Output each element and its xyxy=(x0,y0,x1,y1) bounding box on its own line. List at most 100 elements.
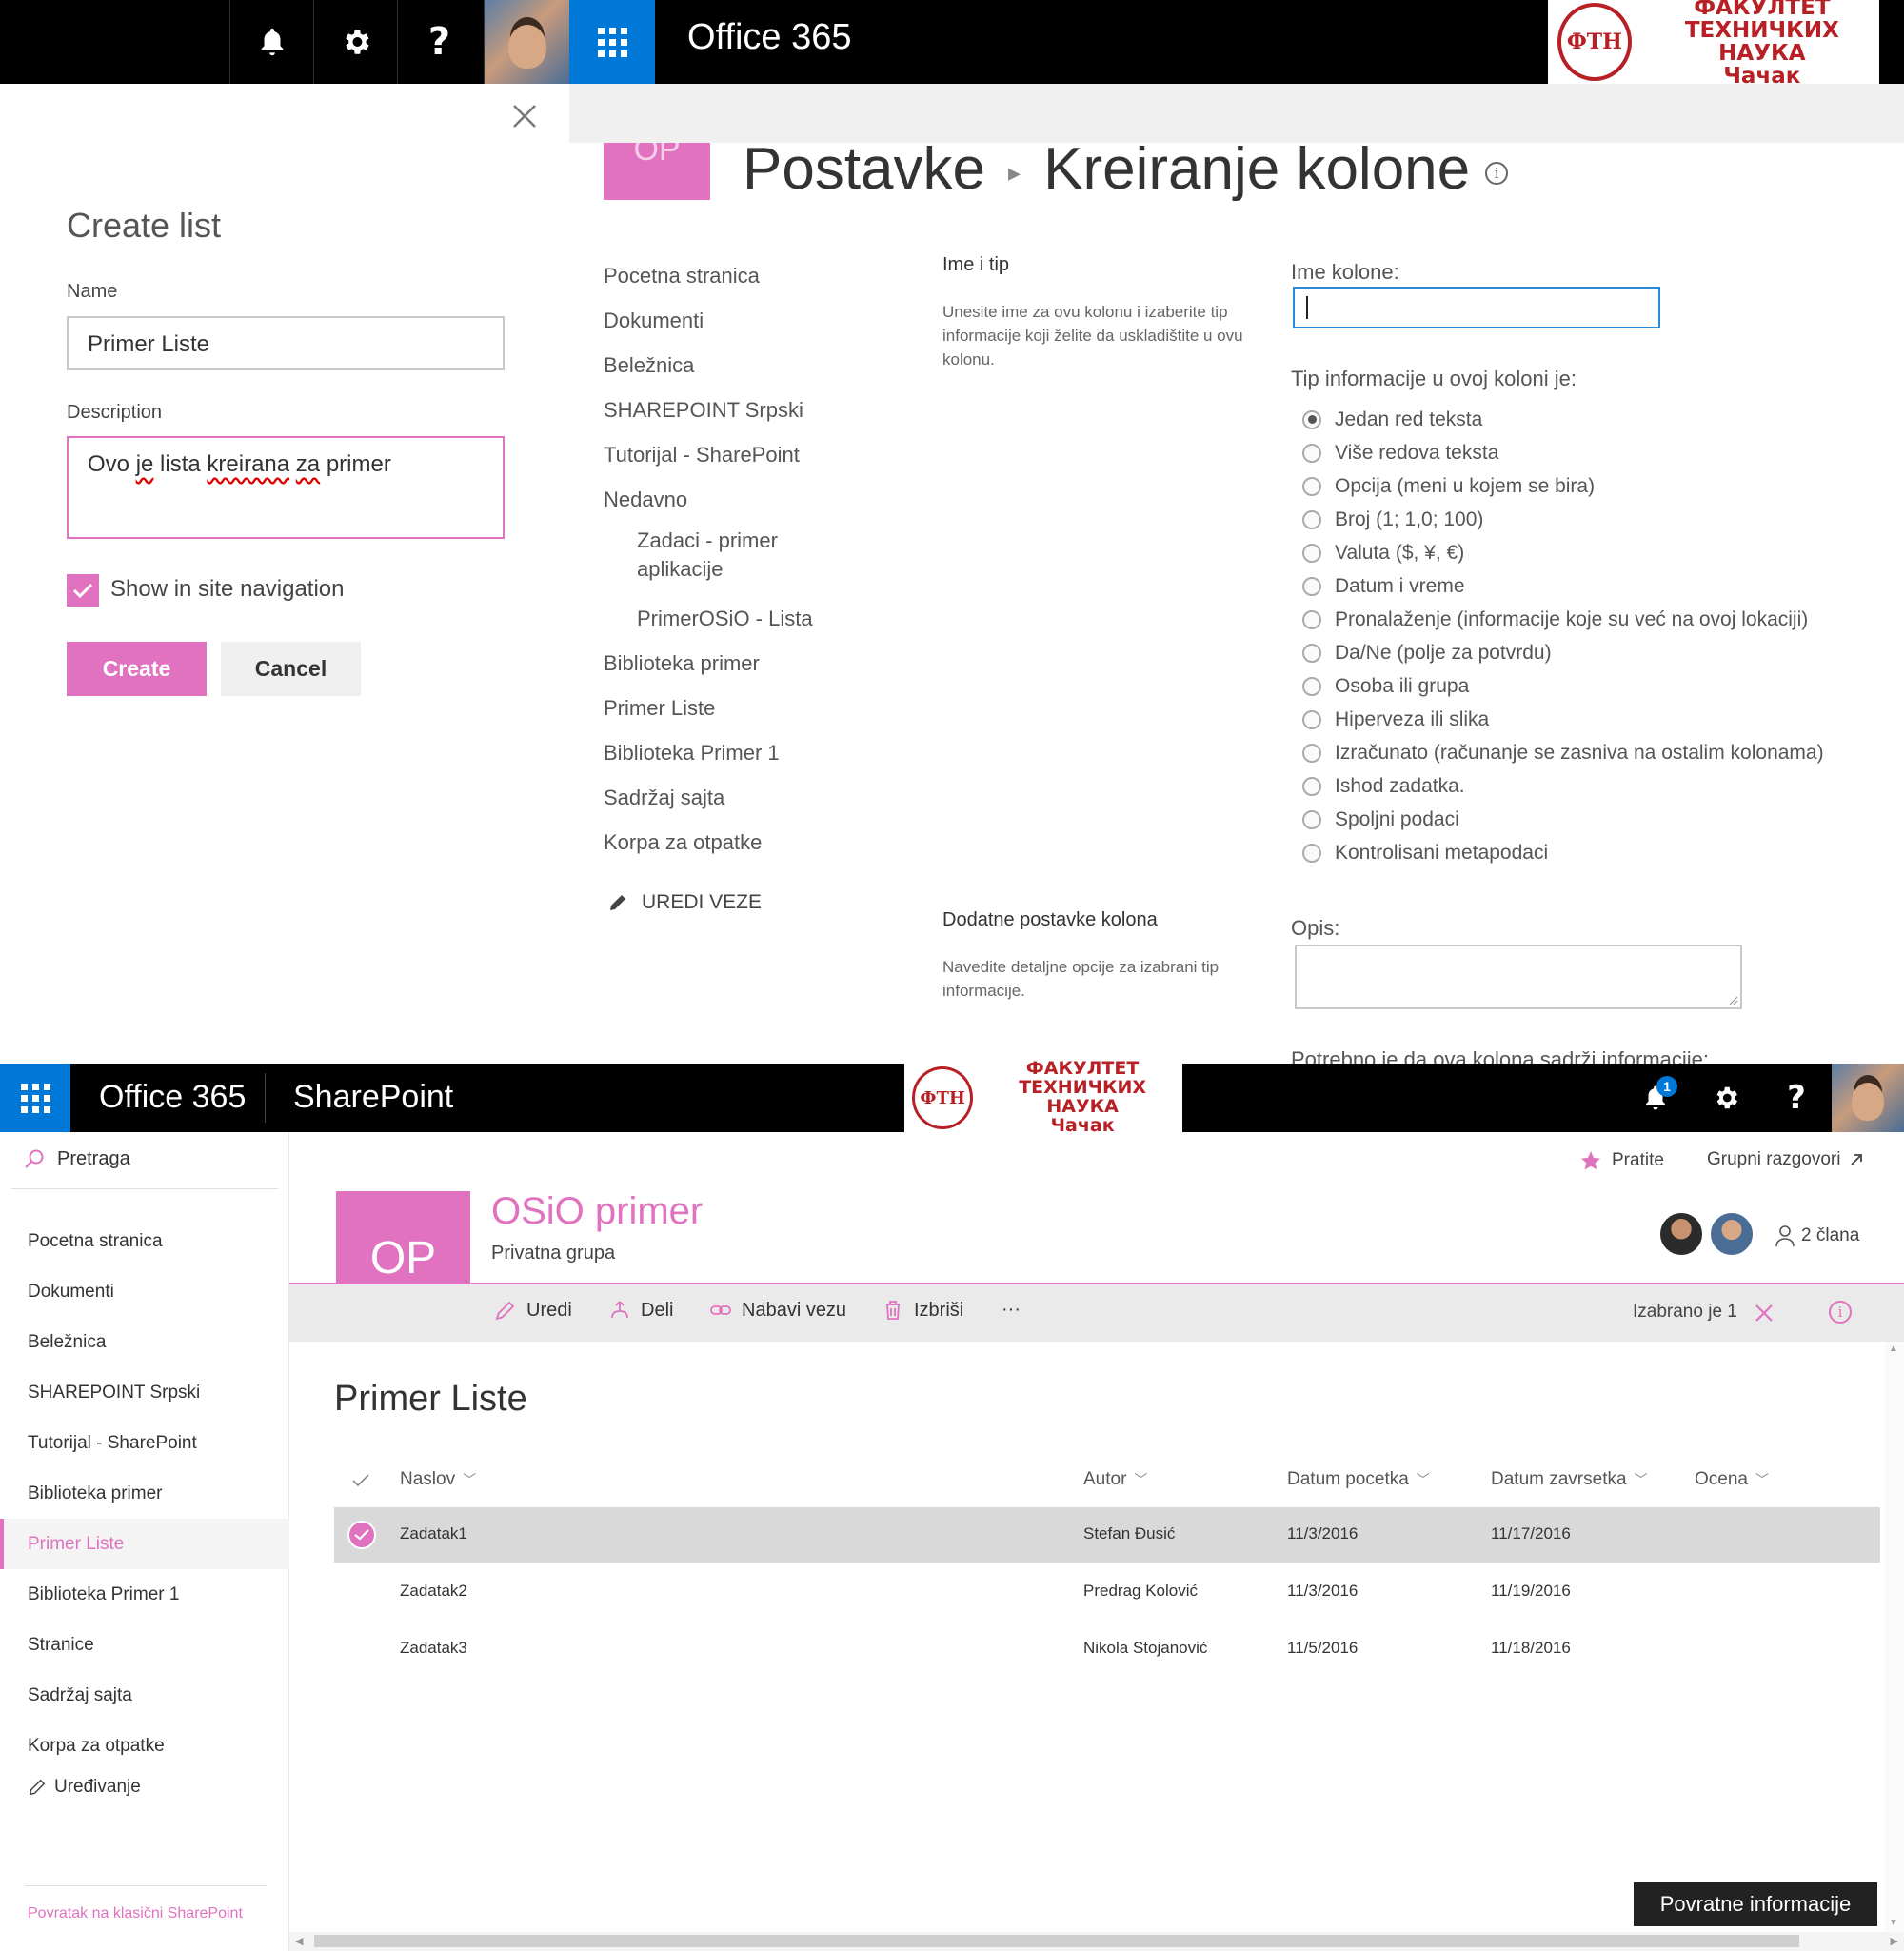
column-header-end-date[interactable]: Datum zavrsetka ﹀ xyxy=(1491,1469,1648,1490)
table-row[interactable]: Zadatak1 Stefan Đusić 11/3/2016 11/17/20… xyxy=(334,1507,1880,1563)
type-option[interactable]: Pronalaženje (informacije koje su već na… xyxy=(1302,603,1824,636)
type-option[interactable]: Spoljni podaci xyxy=(1302,803,1824,836)
nav-item-library-1[interactable]: Biblioteka Primer 1 xyxy=(604,730,908,775)
side-nav-tutorial[interactable]: Tutorijal - SharePoint xyxy=(0,1418,289,1468)
radio-button[interactable] xyxy=(1302,676,1321,696)
radio-button[interactable] xyxy=(1302,776,1321,796)
radio-button[interactable] xyxy=(1302,843,1321,863)
row-selected-check-icon[interactable] xyxy=(347,1521,376,1549)
app-launcher-button[interactable] xyxy=(0,1064,70,1132)
table-row[interactable]: Zadatak3 Nikola Stojanović 11/5/2016 11/… xyxy=(334,1622,1880,1677)
cell-author[interactable]: Nikola Stojanović xyxy=(1083,1639,1207,1658)
cell-title[interactable]: Zadatak2 xyxy=(400,1582,467,1601)
side-nav-home[interactable]: Pocetna stranica xyxy=(0,1216,289,1266)
cell-title[interactable]: Zadatak1 xyxy=(400,1524,467,1543)
help-button[interactable]: ? xyxy=(1761,1064,1832,1132)
type-option[interactable]: Valuta ($, ¥, €) xyxy=(1302,536,1824,569)
create-button[interactable]: Create xyxy=(67,642,207,696)
nav-recent-primerosio[interactable]: PrimerOSiO - Lista xyxy=(604,596,908,641)
side-nav-primer-liste[interactable]: Primer Liste xyxy=(0,1519,289,1569)
nav-item-sharepoint-srpski[interactable]: SHAREPOINT Srpski xyxy=(604,388,908,432)
type-option[interactable]: Da/Ne (polje za potvrdu) xyxy=(1302,636,1824,669)
nav-item-site-contents[interactable]: Sadržaj sajta xyxy=(604,775,908,820)
side-nav-library-sample[interactable]: Biblioteka primer xyxy=(0,1468,289,1519)
type-option[interactable]: Osoba ili grupa xyxy=(1302,669,1824,703)
office-365-title[interactable]: Office 365 xyxy=(99,1079,246,1116)
type-option[interactable]: Datum i vreme xyxy=(1302,569,1824,603)
info-icon[interactable]: i xyxy=(1485,161,1509,185)
radio-button[interactable] xyxy=(1302,443,1321,463)
type-option[interactable]: Ishod zadatka. xyxy=(1302,769,1824,803)
group-conversations-link[interactable]: Grupni razgovori xyxy=(1707,1149,1865,1170)
nav-item-notebook[interactable]: Beležnica xyxy=(604,343,908,388)
column-name-input[interactable] xyxy=(1293,287,1660,328)
name-field[interactable]: Primer Liste xyxy=(67,316,505,370)
radio-button[interactable] xyxy=(1302,643,1321,663)
column-header-title[interactable]: Naslov ﹀ xyxy=(400,1469,476,1490)
nav-item-tutorial[interactable]: Tutorijal - SharePoint xyxy=(604,432,908,477)
radio-button[interactable] xyxy=(1302,809,1321,829)
close-panel-button[interactable] xyxy=(507,100,542,134)
type-option[interactable]: Jedan red teksta xyxy=(1302,403,1824,436)
group-name[interactable]: OSiO primer xyxy=(491,1190,703,1233)
nav-item-recycle-bin[interactable]: Korpa za otpatke xyxy=(604,820,908,865)
member-avatar[interactable] xyxy=(1709,1211,1755,1257)
more-commands-button[interactable]: ··· xyxy=(1002,1299,1021,1321)
get-link-command[interactable]: Nabavi vezu xyxy=(709,1299,846,1322)
column-description-field[interactable] xyxy=(1295,945,1742,1009)
edit-command[interactable]: Uredi xyxy=(494,1299,572,1322)
settings-button[interactable] xyxy=(313,0,397,84)
type-option[interactable]: Više redova teksta xyxy=(1302,436,1824,469)
scroll-down-arrow-icon[interactable]: ▼ xyxy=(1889,1918,1898,1928)
breadcrumb-settings-link[interactable]: Postavke xyxy=(743,136,985,202)
return-to-classic-link[interactable]: Povratak na klasični SharePoint xyxy=(28,1905,243,1922)
radio-button[interactable] xyxy=(1302,609,1321,629)
side-nav-sharepoint-srpski[interactable]: SHAREPOINT Srpski xyxy=(0,1367,289,1418)
info-pane-button[interactable]: i xyxy=(1829,1301,1852,1324)
type-option[interactable]: Izračunato (računanje se zasniva na osta… xyxy=(1302,736,1824,769)
cancel-button[interactable]: Cancel xyxy=(221,642,361,696)
nav-recent-tasks[interactable]: Zadaci - primer aplikacije xyxy=(604,522,794,596)
radio-button[interactable] xyxy=(1302,709,1321,729)
side-nav-library-1[interactable]: Biblioteka Primer 1 xyxy=(0,1569,289,1620)
user-avatar[interactable] xyxy=(484,0,569,84)
nav-item-home[interactable]: Pocetna stranica xyxy=(604,253,908,298)
radio-button[interactable] xyxy=(1302,743,1321,763)
resize-handle-icon[interactable] xyxy=(1727,994,1738,1005)
type-option[interactable]: Kontrolisani metapodaci xyxy=(1302,836,1824,869)
member-avatar[interactable] xyxy=(1658,1211,1704,1257)
side-nav-documents[interactable]: Dokumenti xyxy=(0,1266,289,1317)
side-nav-notebook[interactable]: Beležnica xyxy=(0,1317,289,1367)
cell-title[interactable]: Zadatak3 xyxy=(400,1639,467,1658)
radio-button[interactable] xyxy=(1302,543,1321,563)
follow-button[interactable]: Pratite xyxy=(1579,1149,1664,1172)
cell-author[interactable]: Predrag Kolović xyxy=(1083,1582,1198,1601)
nav-item-library-sample[interactable]: Biblioteka primer xyxy=(604,641,908,686)
clear-selection-button[interactable] xyxy=(1755,1296,1774,1329)
cell-author[interactable]: Stefan Đusić xyxy=(1083,1524,1175,1543)
type-option[interactable]: Hiperveza ili slika xyxy=(1302,703,1824,736)
show-in-nav-label[interactable]: Show in site navigation xyxy=(110,576,344,603)
settings-button[interactable] xyxy=(1691,1064,1761,1132)
column-header-start-date[interactable]: Datum pocetka ﹀ xyxy=(1287,1469,1430,1490)
user-avatar[interactable] xyxy=(1832,1064,1904,1132)
side-nav-recycle-bin[interactable]: Korpa za otpatke xyxy=(0,1721,289,1771)
help-button[interactable]: ? xyxy=(397,0,481,84)
type-option[interactable]: Opcija (meni u kojem se bira) xyxy=(1302,469,1824,503)
notifications-button[interactable]: 1 xyxy=(1620,1064,1691,1132)
radio-button[interactable] xyxy=(1302,509,1321,529)
description-field[interactable]: Ovo je lista kreirana za primer xyxy=(67,436,505,539)
horizontal-scroll-thumb[interactable] xyxy=(314,1935,1799,1947)
edit-nav-button[interactable]: Uređivanje xyxy=(28,1777,141,1798)
sharepoint-title[interactable]: SharePoint xyxy=(293,1079,453,1116)
radio-button[interactable] xyxy=(1302,476,1321,496)
members-button[interactable]: 2 člana xyxy=(1775,1224,1859,1247)
nav-item-documents[interactable]: Dokumenti xyxy=(604,298,908,343)
column-header-rating[interactable]: Ocena ﹀ xyxy=(1695,1469,1769,1490)
scroll-left-arrow-icon[interactable]: ◀ xyxy=(295,1935,303,1947)
app-launcher-button[interactable] xyxy=(569,0,655,84)
notifications-button[interactable] xyxy=(229,0,313,84)
feedback-button[interactable]: Povratne informacije xyxy=(1634,1882,1877,1926)
site-tile[interactable]: OP xyxy=(604,143,710,200)
show-in-nav-checkbox[interactable] xyxy=(67,574,99,607)
